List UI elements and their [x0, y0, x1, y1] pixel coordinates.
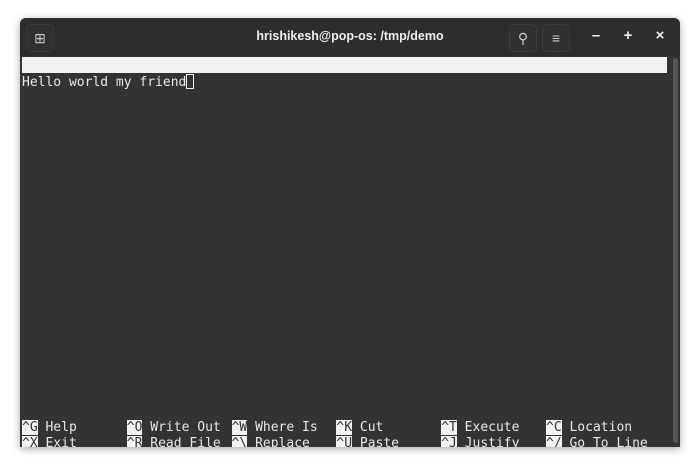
shortcut-label: Go To Line	[569, 436, 648, 447]
shortcut-key: ^C	[546, 420, 562, 435]
shortcut-item: ^T Execute	[441, 420, 519, 436]
editor-text: Hello world my friend	[22, 75, 187, 90]
shortcut-item: ^/ Go To Line	[546, 436, 648, 447]
shortcut-label: Exit	[45, 436, 77, 447]
shortcut-label: Execute	[464, 420, 520, 435]
shortcut-item: ^K Cut	[336, 420, 383, 436]
window-title: hrishikesh@pop-os: /tmp/demo	[256, 29, 444, 43]
shortcut-key: ^O	[126, 420, 143, 435]
shortcut-item: ^X Exit	[22, 436, 77, 447]
shortcut-key: ^J	[441, 436, 457, 447]
shortcut-key: ^U	[336, 436, 353, 447]
shortcut-item: ^G Help	[22, 420, 77, 436]
shortcut-key: ^\	[231, 436, 248, 447]
close-icon[interactable]: ×	[650, 27, 670, 44]
shortcut-label: Paste	[359, 436, 400, 447]
search-icon[interactable]: ⚲	[509, 24, 537, 52]
shortcut-key: ^X	[22, 436, 38, 447]
minimize-icon[interactable]: –	[586, 27, 606, 44]
shortcut-label: Replace	[255, 436, 310, 447]
scrollbar[interactable]	[673, 58, 678, 443]
menu-icon[interactable]: ≡	[542, 24, 570, 52]
title-bar: ⊞ hrishikesh@pop-os: /tmp/demo ⚲ ≡ – + ×	[20, 18, 680, 56]
maximize-icon[interactable]: +	[618, 27, 638, 44]
shortcut-item: ^C Location	[546, 420, 632, 436]
shortcut-item: ^W Where Is	[231, 420, 318, 436]
shortcut-item: ^R Read File	[126, 436, 221, 447]
shortcut-label: Justify	[464, 436, 520, 447]
nano-status-bar: GNU nano 6.2 file1.txt *	[22, 57, 667, 104]
shortcut-key: ^/	[546, 436, 562, 447]
shortcut-label: Cut	[359, 420, 384, 435]
shortcut-key: ^W	[231, 420, 248, 435]
shortcut-label: Location	[569, 420, 633, 435]
shortcut-label: Where Is	[255, 420, 318, 435]
shortcut-label: Write Out	[150, 420, 221, 435]
shortcut-item: ^U Paste	[336, 436, 399, 447]
shortcut-item: ^\ Replace	[231, 436, 310, 447]
shortcut-key: ^G	[22, 420, 38, 435]
shortcut-item: ^J Justify	[441, 436, 519, 447]
shortcut-key: ^T	[441, 420, 457, 435]
shortcut-item: ^O Write Out	[126, 420, 221, 436]
terminal-window: ⊞ hrishikesh@pop-os: /tmp/demo ⚲ ≡ – + ×…	[20, 18, 680, 447]
file-name: file1.txt *	[328, 89, 415, 104]
shortcut-key: ^K	[336, 420, 353, 435]
terminal-content[interactable]: GNU nano 6.2 file1.txt * Hello world my …	[20, 56, 672, 447]
text-cursor	[186, 74, 195, 89]
shortcut-key: ^R	[126, 436, 143, 447]
editor-line[interactable]: Hello world my friend	[22, 74, 195, 91]
shortcut-label: Help	[45, 420, 77, 435]
shortcut-label: Read File	[150, 436, 221, 447]
